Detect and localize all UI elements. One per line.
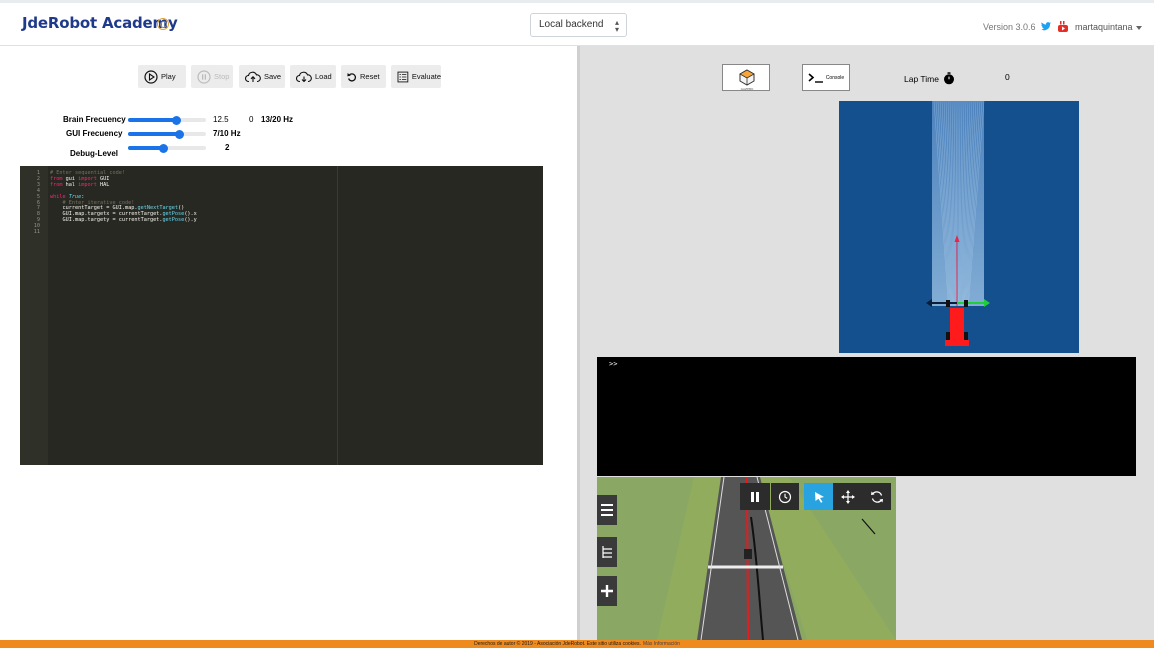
hamburger-icon bbox=[601, 504, 613, 516]
pointcloud-map bbox=[926, 101, 990, 346]
brain-frequency-label: Brain Frecuency bbox=[63, 115, 126, 124]
save-button[interactable]: Save bbox=[239, 65, 285, 88]
backend-select[interactable]: Local backend ▴ ▾ bbox=[530, 13, 627, 37]
clock-icon bbox=[778, 490, 792, 503]
gazebo-icon: GAZEBO bbox=[739, 69, 755, 91]
debug-level-slider[interactable] bbox=[128, 143, 206, 153]
gui-frequency-label: GUI Frecuency bbox=[66, 129, 123, 138]
simulation-pane: GAZEBO Console Lap Time 0 >> bbox=[580, 46, 1154, 640]
gui-frequency-row: GUI Frecuency 7/10 Hz bbox=[0, 129, 577, 143]
select-arrows-icon: ▴ ▾ bbox=[614, 18, 619, 34]
plus-icon bbox=[601, 585, 613, 597]
tree-list-icon bbox=[602, 546, 612, 558]
brand-title[interactable]: JdeRobot Academy bbox=[22, 14, 178, 32]
evaluate-button[interactable]: Evaluate bbox=[391, 65, 441, 88]
debug-level-fill bbox=[128, 146, 164, 150]
svg-text:GAZEBO: GAZEBO bbox=[741, 87, 754, 91]
youtube-icon[interactable] bbox=[1058, 21, 1068, 32]
backend-select-value: Local backend bbox=[539, 19, 604, 30]
debug-level-value: 2 bbox=[225, 143, 230, 152]
reset-button[interactable]: Reset bbox=[341, 65, 386, 88]
twitter-icon[interactable] bbox=[1041, 22, 1051, 31]
gazebo-button[interactable]: GAZEBO bbox=[722, 64, 770, 91]
stop-button[interactable]: Stop bbox=[191, 65, 233, 88]
save-label: Save bbox=[264, 72, 282, 81]
stopwatch-icon bbox=[944, 72, 955, 85]
editor-pane: Play Stop Save Load Reset Evaluate Brain… bbox=[0, 46, 577, 640]
debug-level-label: Debug-Level bbox=[70, 149, 119, 158]
sim-clock-button[interactable] bbox=[771, 483, 799, 510]
lap-time-value: 0 bbox=[1005, 72, 1010, 82]
gazebo-3d-view[interactable] bbox=[597, 477, 896, 640]
cloud-download-icon bbox=[296, 71, 312, 82]
pause-icon bbox=[197, 69, 211, 84]
lap-time-label: Lap Time bbox=[904, 72, 955, 85]
lap-time-text: Lap Time bbox=[904, 74, 939, 84]
console-button-label: Console bbox=[825, 74, 845, 81]
top-navbar: JdeRobot Academy Local backend ▴ ▾ Versio… bbox=[0, 0, 1154, 46]
sim-select-tool[interactable] bbox=[804, 483, 833, 510]
debug-level-thumb[interactable] bbox=[158, 143, 168, 153]
line-number: 11 bbox=[33, 229, 40, 235]
version-label: Version 3.0.6 bbox=[983, 22, 1036, 32]
code-line: 11 bbox=[20, 229, 520, 235]
stop-label: Stop bbox=[214, 72, 230, 81]
evaluate-icon bbox=[397, 71, 409, 82]
reset-label: Reset bbox=[360, 72, 380, 81]
sim-rotate-tool[interactable] bbox=[862, 483, 891, 510]
tree-side-tab[interactable] bbox=[597, 537, 617, 567]
evaluate-label: Evaluate bbox=[411, 72, 441, 81]
play-icon bbox=[144, 69, 158, 84]
play-button[interactable]: Play bbox=[138, 65, 186, 88]
console-prompt: >> bbox=[609, 360, 618, 368]
menu-side-tab[interactable] bbox=[597, 495, 617, 525]
brain-frequency-slider[interactable] bbox=[128, 115, 206, 125]
gui-frequency-fill bbox=[128, 132, 180, 136]
sim-translate-tool[interactable] bbox=[833, 483, 862, 510]
move-arrows-icon bbox=[840, 489, 855, 504]
load-label: Load bbox=[315, 72, 332, 81]
load-button[interactable]: Load bbox=[290, 65, 336, 88]
brain-frequency-row: Brain Frecuency 12.5 0 13/20 Hz bbox=[0, 115, 577, 129]
gui-frequency-thumb[interactable] bbox=[174, 129, 184, 139]
brain-frequency-target: 13/20 Hz bbox=[261, 115, 294, 124]
user-name: martaquintana bbox=[1075, 22, 1133, 32]
gui-frequency-value: 7/10 Hz bbox=[213, 129, 241, 138]
cloud-upload-icon bbox=[245, 71, 261, 82]
cursor-arrow-icon bbox=[814, 491, 824, 503]
code-editor[interactable]: 1 # Enter sequential code! 2 from gui impor… bbox=[20, 166, 543, 465]
brain-frequency-value: 12.5 bbox=[213, 115, 229, 124]
footer-text: Derechos de autor © 2019 - Asociación Jd… bbox=[474, 641, 641, 647]
brain-frequency-thumb[interactable] bbox=[171, 115, 181, 125]
cookie-footer: Derechos de autor © 2019 - Asociación Jd… bbox=[0, 640, 1154, 648]
rotate-icon bbox=[870, 490, 883, 503]
more-info-link[interactable]: Más Información bbox=[643, 641, 680, 647]
console-button[interactable]: Console bbox=[802, 64, 850, 91]
brand-logo-icon bbox=[157, 18, 169, 30]
sim-pause-button[interactable] bbox=[740, 483, 770, 510]
user-menu[interactable]: martaquintana bbox=[1075, 22, 1142, 32]
play-label: Play bbox=[161, 72, 176, 81]
terminal-icon bbox=[808, 72, 823, 83]
gui-frequency-slider[interactable] bbox=[128, 129, 206, 139]
console-output[interactable]: >> bbox=[597, 357, 1136, 476]
map-canvas bbox=[839, 101, 1079, 353]
brain-frequency-fill bbox=[128, 118, 177, 122]
pause-icon bbox=[751, 491, 759, 502]
brain-frequency-measured: 0 bbox=[249, 115, 254, 124]
reset-icon bbox=[347, 72, 357, 82]
debug-level-row: Debug-Level 2 bbox=[0, 143, 577, 158]
chevron-down-icon bbox=[1135, 25, 1142, 30]
insert-side-tab[interactable] bbox=[597, 576, 617, 606]
